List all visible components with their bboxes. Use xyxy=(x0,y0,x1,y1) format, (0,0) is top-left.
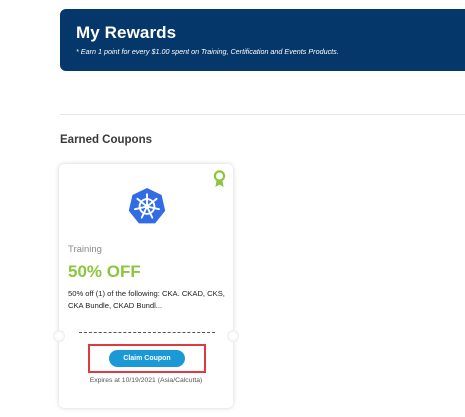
coupon-perforation xyxy=(79,332,215,333)
coupon-expiry: Expires at 10/19/2021 (Asia/Calcutta) xyxy=(89,377,203,384)
coupon-description: 50% off (1) of the following: CKA. CKAD,… xyxy=(68,289,225,310)
rewards-title: My Rewards xyxy=(76,23,177,42)
card-notch-right xyxy=(227,330,239,342)
rewards-subtitle: * Earn 1 point for every $1.00 spent on … xyxy=(76,47,339,56)
card-notch-left xyxy=(53,330,65,342)
coupon-card: Training 50% OFF 50% off (1) of the foll… xyxy=(53,164,239,408)
award-ribbon-icon xyxy=(213,170,226,187)
kubernetes-logo-icon xyxy=(128,188,166,224)
coupon-category: Training xyxy=(68,244,102,255)
coupon-discount: 50% OFF xyxy=(68,262,141,281)
rewards-page: My Rewards * Earn 1 point for every $1.0… xyxy=(0,0,465,417)
rewards-banner: My Rewards * Earn 1 point for every $1.0… xyxy=(60,9,465,71)
section-divider xyxy=(60,114,465,115)
claim-coupon-button[interactable]: Claim Coupon xyxy=(109,350,185,367)
earned-coupons-heading: Earned Coupons xyxy=(60,134,153,146)
